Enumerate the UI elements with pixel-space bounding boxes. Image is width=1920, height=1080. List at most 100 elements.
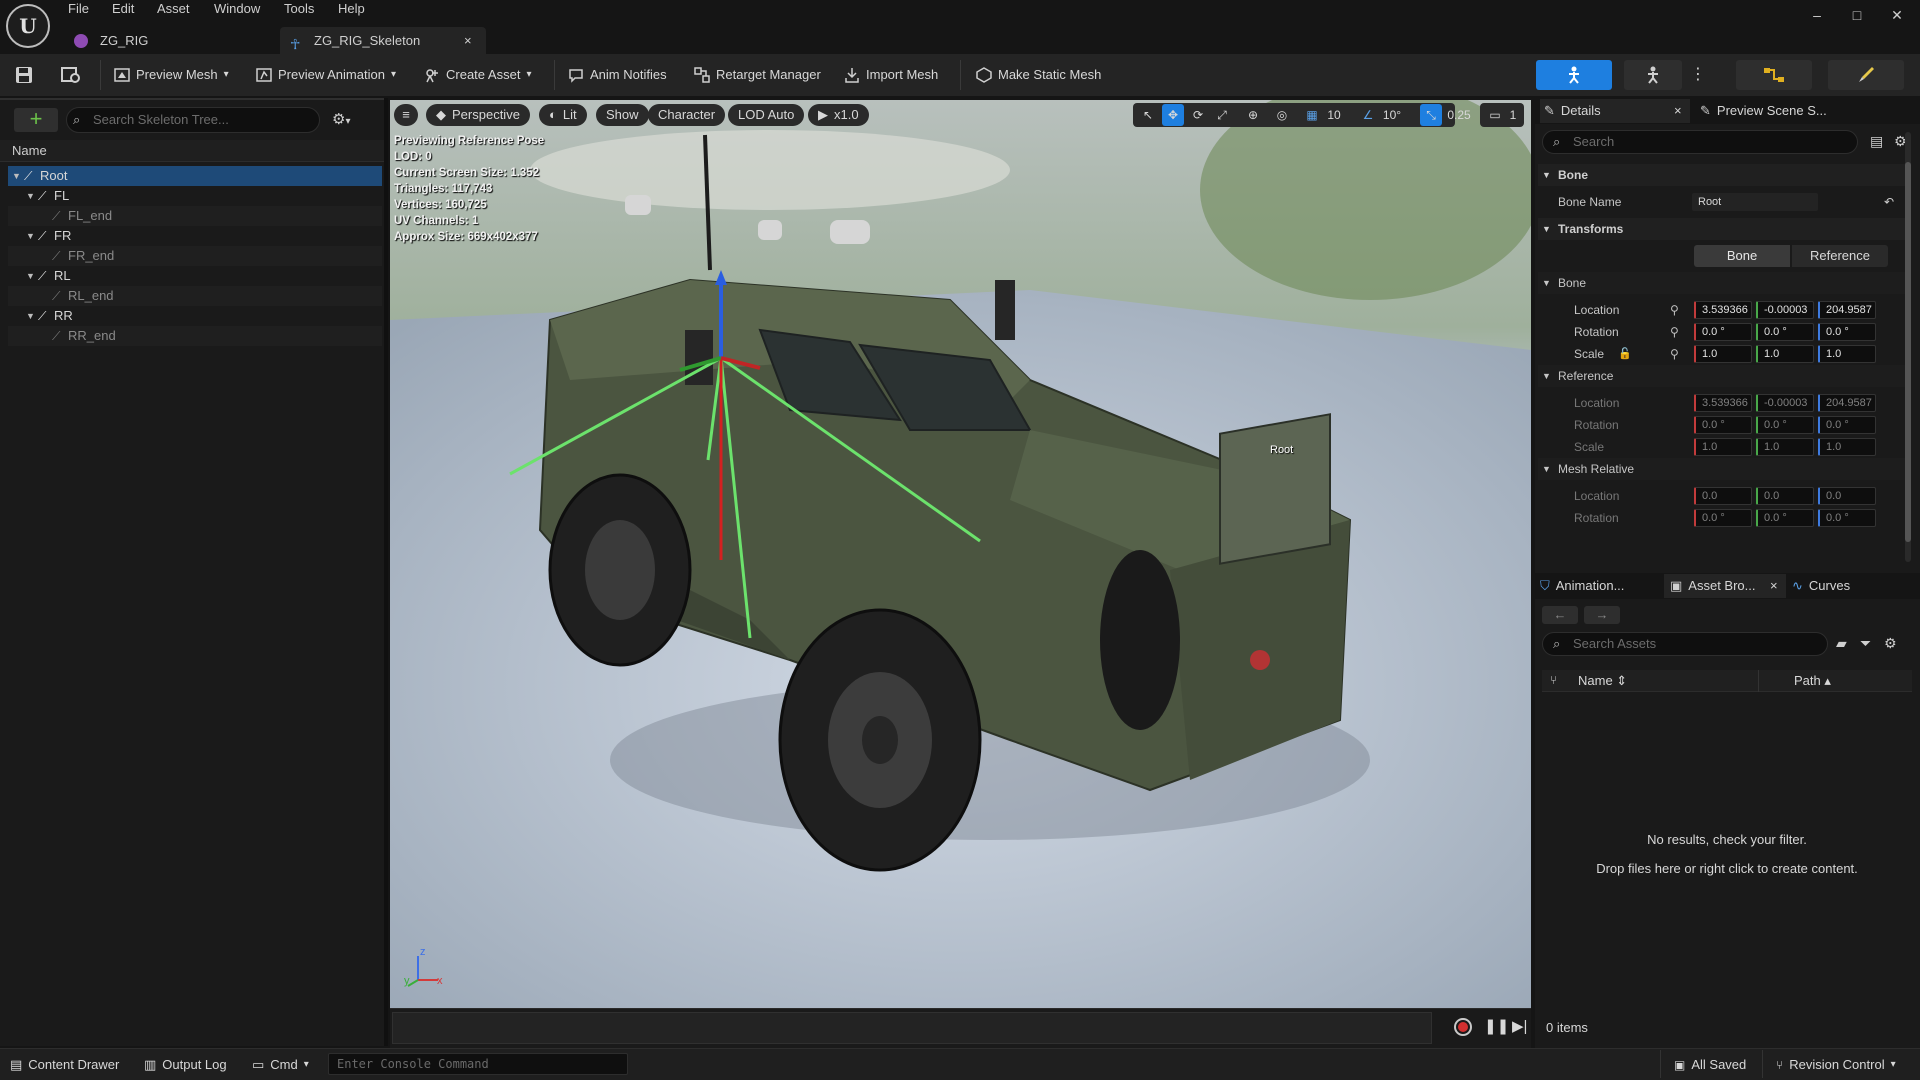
record-button[interactable]	[1454, 1018, 1472, 1036]
bone-toggle-button[interactable]: Bone	[1694, 245, 1790, 267]
z-value-field[interactable]: 204.9587	[1818, 394, 1876, 412]
details-search-input[interactable]: ⌕ Search	[1542, 130, 1858, 154]
surface-snap-icon[interactable]: ◎	[1272, 104, 1292, 126]
preview-viewport[interactable]	[390, 100, 1531, 1008]
maximize-button[interactable]: □	[1842, 4, 1872, 26]
menu-file[interactable]: File	[68, 0, 89, 18]
tree-item-rl-end[interactable]: ⟋ RL_end	[8, 286, 382, 306]
character-button[interactable]: Character	[648, 104, 726, 126]
scale-lock-icon[interactable]: 🔓	[1618, 343, 1632, 365]
space-toggle-icon[interactable]: ⚲	[1670, 299, 1679, 321]
z-value-field[interactable]: 0.0 °	[1818, 416, 1876, 434]
tree-item-root[interactable]: ▼ ⟋ Root	[8, 166, 382, 186]
skeleton-mode-button[interactable]	[1536, 60, 1612, 90]
folder-icon[interactable]: ▰	[1836, 635, 1847, 652]
y-value-field[interactable]: 0.0 °	[1756, 323, 1814, 341]
bone-section-header[interactable]: ▼ Bone	[1538, 164, 1910, 186]
tab-zg-rig[interactable]: ZG_RIG	[66, 27, 276, 54]
reference-toggle-button[interactable]: Reference	[1792, 245, 1888, 267]
tree-item-rl[interactable]: ▼ ⟋ RL	[8, 266, 382, 286]
x-value-field[interactable]: 3.539366	[1694, 301, 1752, 319]
z-value-field[interactable]: 0.0 °	[1818, 509, 1876, 527]
tree-item-fr-end[interactable]: ⟋ FR_end	[8, 246, 382, 266]
menu-window[interactable]: Window	[214, 0, 260, 18]
playback-speed-button[interactable]: ▶ x1.0	[808, 104, 869, 126]
y-value-field[interactable]: -0.00003	[1756, 394, 1814, 412]
y-value-field[interactable]: -0.00003	[1756, 301, 1814, 319]
reset-arrow-icon[interactable]: ↶	[1884, 191, 1894, 213]
grid-snap-value[interactable]: 10	[1324, 104, 1344, 126]
x-value-field[interactable]: 0.0 °	[1694, 323, 1752, 341]
x-value-field[interactable]: 0.0	[1694, 487, 1752, 505]
y-value-field[interactable]: 1.0	[1756, 345, 1814, 363]
select-icon[interactable]: ↖	[1138, 104, 1158, 126]
translate-icon[interactable]: ✥	[1162, 104, 1184, 126]
content-drawer-button[interactable]: ▤ Content Drawer	[10, 1055, 119, 1075]
grid-snap-icon[interactable]: ▦	[1302, 104, 1322, 126]
tab-preview-scene-settings[interactable]: ✎ Preview Scene S...	[1700, 99, 1910, 123]
console-command-input[interactable]: Enter Console Command	[328, 1053, 628, 1075]
rotate-icon[interactable]: ⟳	[1188, 104, 1208, 126]
scale-icon[interactable]: ⤢	[1212, 104, 1232, 126]
browse-asset-icon[interactable]	[60, 65, 82, 85]
y-value-field[interactable]: 0.0	[1756, 487, 1814, 505]
settings-gear-icon[interactable]: ⚙▾	[332, 110, 366, 130]
bone-name-field[interactable]: Root	[1692, 193, 1818, 211]
tab-asset-browser[interactable]: ▣ Asset Bro... ×	[1664, 574, 1786, 598]
z-value-field[interactable]: 1.0	[1818, 345, 1876, 363]
expand-arrow-icon[interactable]: ▼	[12, 166, 21, 186]
menu-edit[interactable]: Edit	[112, 0, 134, 18]
space-toggle-icon[interactable]: ⚲	[1670, 343, 1679, 365]
back-arrow-icon[interactable]: ←	[1542, 606, 1578, 624]
expand-arrow-icon[interactable]: ▼	[26, 226, 35, 246]
details-scrollbar[interactable]	[1905, 132, 1911, 562]
tab-zg-rig-skeleton[interactable]: ☥ ZG_RIG_Skeleton ×	[280, 27, 486, 54]
retarget-manager-button[interactable]: Retarget Manager	[694, 62, 821, 88]
space-toggle-icon[interactable]: ⚲	[1670, 321, 1679, 343]
revision-control-button[interactable]: ⑂ Revision Control ▾	[1776, 1055, 1896, 1075]
y-value-field[interactable]: 1.0	[1756, 438, 1814, 456]
timeline-track[interactable]	[392, 1012, 1432, 1044]
x-value-field[interactable]: 1.0	[1694, 438, 1752, 456]
x-value-field[interactable]: 0.0 °	[1694, 416, 1752, 434]
path-column-header[interactable]: Path ▴	[1794, 673, 1831, 689]
x-value-field[interactable]: 1.0	[1694, 345, 1752, 363]
tab-animation[interactable]: ⛉ Animation...	[1540, 574, 1658, 598]
perspective-button[interactable]: ◆ Perspective	[426, 104, 530, 126]
asset-search-input[interactable]: ⌕ Search Assets	[1542, 632, 1828, 656]
z-value-field[interactable]: 204.9587	[1818, 301, 1876, 319]
z-value-field[interactable]: 0.0 °	[1818, 323, 1876, 341]
close-tab-icon[interactable]: ×	[464, 27, 472, 54]
skeleton-search-input[interactable]: ⌕ Search Skeleton Tree...	[66, 107, 320, 133]
add-bone-button[interactable]: +	[14, 108, 58, 132]
tree-item-fr[interactable]: ▼ ⟋ FR	[8, 226, 382, 246]
scale-snap-value[interactable]: 0.25	[1444, 104, 1474, 126]
close-tab-icon[interactable]: ×	[1674, 99, 1682, 123]
show-button[interactable]: Show	[596, 104, 649, 126]
unreal-logo-icon[interactable]: U	[6, 4, 50, 48]
more-options-icon[interactable]: ⋮	[1690, 64, 1706, 86]
transforms-section-header[interactable]: ▼ Transforms	[1538, 218, 1910, 240]
step-forward-icon[interactable]: ▶|	[1512, 1017, 1527, 1035]
pause-icon[interactable]: ❚❚	[1484, 1017, 1509, 1035]
anim-notifies-button[interactable]: Anim Notifies	[568, 62, 667, 88]
cmd-dropdown[interactable]: ▭ Cmd ▾	[252, 1055, 309, 1075]
z-value-field[interactable]: 1.0	[1818, 438, 1876, 456]
filter-icon[interactable]: ⏷	[1860, 635, 1871, 652]
menu-tools[interactable]: Tools	[284, 0, 314, 18]
tab-curves[interactable]: ∿ Curves	[1792, 574, 1892, 598]
rotation-snap-icon[interactable]: ∠	[1358, 104, 1378, 126]
expand-arrow-icon[interactable]: ▼	[26, 266, 35, 286]
group-header-bone[interactable]: ▼ Bone	[1538, 272, 1910, 294]
physics-mode-button[interactable]	[1828, 60, 1904, 90]
close-tab-icon[interactable]: ×	[1770, 574, 1778, 598]
settings-gear-icon[interactable]: ⚙	[1884, 635, 1897, 652]
group-header-mesh-relative[interactable]: ▼ Mesh Relative	[1538, 458, 1910, 480]
lod-button[interactable]: LOD Auto	[728, 104, 805, 126]
forward-arrow-icon[interactable]: →	[1584, 606, 1620, 624]
z-value-field[interactable]: 0.0	[1818, 487, 1876, 505]
preview-animation-button[interactable]: Preview Animation ▾	[256, 62, 396, 88]
tree-item-fl-end[interactable]: ⟋ FL_end	[8, 206, 382, 226]
import-mesh-button[interactable]: Import Mesh	[844, 62, 938, 88]
x-value-field[interactable]: 3.539366	[1694, 394, 1752, 412]
